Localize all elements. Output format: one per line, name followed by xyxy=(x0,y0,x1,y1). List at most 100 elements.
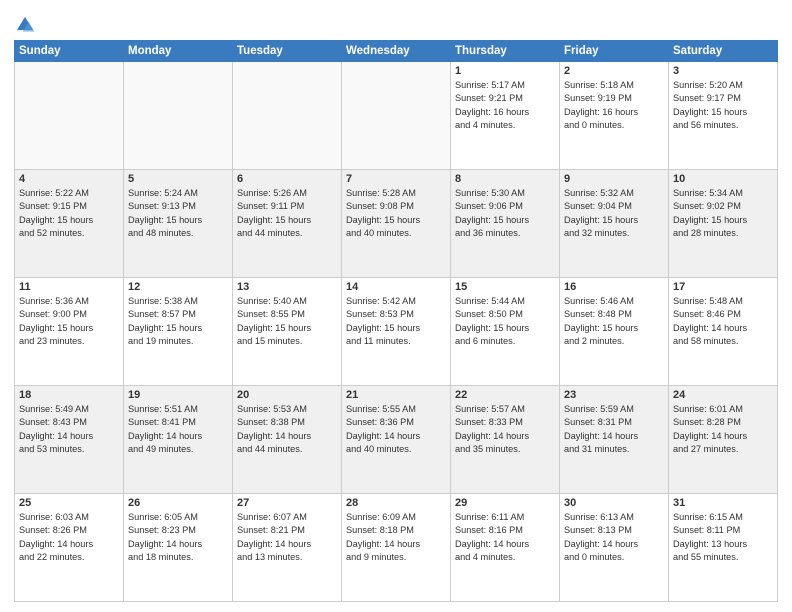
day-number: 19 xyxy=(128,389,228,401)
day-info: Sunrise: 5:28 AMSunset: 9:08 PMDaylight:… xyxy=(346,187,446,240)
day-cell: 1 Sunrise: 5:17 AMSunset: 9:21 PMDaylight… xyxy=(451,62,560,170)
week-row-5: 25 Sunrise: 6:03 AMSunset: 8:26 PMDayligh… xyxy=(15,494,778,602)
day-cell: 5 Sunrise: 5:24 AMSunset: 9:13 PMDaylight… xyxy=(124,170,233,278)
day-info: Sunrise: 5:24 AMSunset: 9:13 PMDaylight:… xyxy=(128,187,228,240)
day-cell: 6 Sunrise: 5:26 AMSunset: 9:11 PMDaylight… xyxy=(233,170,342,278)
day-number: 6 xyxy=(237,173,337,185)
header xyxy=(14,10,778,36)
day-number: 11 xyxy=(19,281,119,293)
day-cell: 20Sunrise: 5:53 AMSunset: 8:38 PMDayligh… xyxy=(233,386,342,494)
day-info: Sunrise: 6:05 AMSunset: 8:23 PMDaylight:… xyxy=(128,511,228,564)
day-cell: 13Sunrise: 5:40 AMSunset: 8:55 PMDayligh… xyxy=(233,278,342,386)
day-cell xyxy=(342,62,451,170)
day-number: 15 xyxy=(455,281,555,293)
day-number: 29 xyxy=(455,497,555,509)
day-info: Sunrise: 6:03 AMSunset: 8:26 PMDaylight:… xyxy=(19,511,119,564)
day-info: Sunrise: 5:32 AMSunset: 9:04 PMDaylight:… xyxy=(564,187,664,240)
day-cell: 21Sunrise: 5:55 AMSunset: 8:36 PMDayligh… xyxy=(342,386,451,494)
day-info: Sunrise: 6:15 AMSunset: 8:11 PMDaylight:… xyxy=(673,511,773,564)
day-number: 1 xyxy=(455,65,555,77)
week-row-2: 4 Sunrise: 5:22 AMSunset: 9:15 PMDaylight… xyxy=(15,170,778,278)
header-cell-saturday: Saturday xyxy=(669,41,778,62)
day-cell: 25 Sunrise: 6:03 AMSunset: 8:26 PMDayligh… xyxy=(15,494,124,602)
day-number: 30 xyxy=(564,497,664,509)
day-info: Sunrise: 5:38 AMSunset: 8:57 PMDaylight:… xyxy=(128,295,228,348)
day-cell: 2 Sunrise: 5:18 AMSunset: 9:19 PMDaylight… xyxy=(560,62,669,170)
day-number: 10 xyxy=(673,173,773,185)
header-cell-monday: Monday xyxy=(124,41,233,62)
day-number: 18 xyxy=(19,389,119,401)
day-cell: 18 Sunrise: 5:49 AMSunset: 8:43 PMDayligh… xyxy=(15,386,124,494)
day-info: Sunrise: 5:22 AMSunset: 9:15 PMDaylight:… xyxy=(19,187,119,240)
day-info: Sunrise: 5:30 AMSunset: 9:06 PMDaylight:… xyxy=(455,187,555,240)
day-cell: 9 Sunrise: 5:32 AMSunset: 9:04 PMDaylight… xyxy=(560,170,669,278)
day-number: 5 xyxy=(128,173,228,185)
day-info: Sunrise: 6:09 AMSunset: 8:18 PMDaylight:… xyxy=(346,511,446,564)
day-cell: 16 Sunrise: 5:46 AMSunset: 8:48 PMDayligh… xyxy=(560,278,669,386)
day-number: 24 xyxy=(673,389,773,401)
day-number: 23 xyxy=(564,389,664,401)
day-info: Sunrise: 5:48 AMSunset: 8:46 PMDaylight:… xyxy=(673,295,773,348)
header-row: SundayMondayTuesdayWednesdayThursdayFrid… xyxy=(15,41,778,62)
calendar-table: SundayMondayTuesdayWednesdayThursdayFrid… xyxy=(14,40,778,602)
day-cell xyxy=(233,62,342,170)
day-number: 3 xyxy=(673,65,773,77)
day-info: Sunrise: 5:51 AMSunset: 8:41 PMDaylight:… xyxy=(128,403,228,456)
day-number: 8 xyxy=(455,173,555,185)
day-number: 9 xyxy=(564,173,664,185)
day-info: Sunrise: 6:01 AMSunset: 8:28 PMDaylight:… xyxy=(673,403,773,456)
day-info: Sunrise: 5:34 AMSunset: 9:02 PMDaylight:… xyxy=(673,187,773,240)
day-info: Sunrise: 6:11 AMSunset: 8:16 PMDaylight:… xyxy=(455,511,555,564)
day-info: Sunrise: 5:26 AMSunset: 9:11 PMDaylight:… xyxy=(237,187,337,240)
day-number: 22 xyxy=(455,389,555,401)
day-cell: 31Sunrise: 6:15 AMSunset: 8:11 PMDayligh… xyxy=(669,494,778,602)
day-info: Sunrise: 5:42 AMSunset: 8:53 PMDaylight:… xyxy=(346,295,446,348)
day-cell: 7 Sunrise: 5:28 AMSunset: 9:08 PMDaylight… xyxy=(342,170,451,278)
day-number: 27 xyxy=(237,497,337,509)
day-info: Sunrise: 6:07 AMSunset: 8:21 PMDaylight:… xyxy=(237,511,337,564)
day-cell: 17 Sunrise: 5:48 AMSunset: 8:46 PMDayligh… xyxy=(669,278,778,386)
day-cell: 3 Sunrise: 5:20 AMSunset: 9:17 PMDaylight… xyxy=(669,62,778,170)
day-info: Sunrise: 5:53 AMSunset: 8:38 PMDaylight:… xyxy=(237,403,337,456)
day-number: 17 xyxy=(673,281,773,293)
day-info: Sunrise: 6:13 AMSunset: 8:13 PMDaylight:… xyxy=(564,511,664,564)
day-info: Sunrise: 5:49 AMSunset: 8:43 PMDaylight:… xyxy=(19,403,119,456)
day-number: 2 xyxy=(564,65,664,77)
day-cell: 29 Sunrise: 6:11 AMSunset: 8:16 PMDayligh… xyxy=(451,494,560,602)
header-cell-wednesday: Wednesday xyxy=(342,41,451,62)
day-number: 7 xyxy=(346,173,446,185)
day-info: Sunrise: 5:59 AMSunset: 8:31 PMDaylight:… xyxy=(564,403,664,456)
header-cell-sunday: Sunday xyxy=(15,41,124,62)
day-info: Sunrise: 5:17 AMSunset: 9:21 PMDaylight:… xyxy=(455,79,555,132)
day-cell xyxy=(15,62,124,170)
day-info: Sunrise: 5:20 AMSunset: 9:17 PMDaylight:… xyxy=(673,79,773,132)
week-row-1: 1 Sunrise: 5:17 AMSunset: 9:21 PMDaylight… xyxy=(15,62,778,170)
header-cell-friday: Friday xyxy=(560,41,669,62)
day-number: 16 xyxy=(564,281,664,293)
day-cell: 12 Sunrise: 5:38 AMSunset: 8:57 PMDayligh… xyxy=(124,278,233,386)
header-cell-tuesday: Tuesday xyxy=(233,41,342,62)
header-cell-thursday: Thursday xyxy=(451,41,560,62)
logo-icon xyxy=(14,14,36,36)
day-info: Sunrise: 5:36 AMSunset: 9:00 PMDaylight:… xyxy=(19,295,119,348)
day-cell: 10 Sunrise: 5:34 AMSunset: 9:02 PMDayligh… xyxy=(669,170,778,278)
week-row-4: 18 Sunrise: 5:49 AMSunset: 8:43 PMDayligh… xyxy=(15,386,778,494)
day-number: 4 xyxy=(19,173,119,185)
day-number: 25 xyxy=(19,497,119,509)
day-info: Sunrise: 5:57 AMSunset: 8:33 PMDaylight:… xyxy=(455,403,555,456)
day-cell: 23 Sunrise: 5:59 AMSunset: 8:31 PMDayligh… xyxy=(560,386,669,494)
day-info: Sunrise: 5:46 AMSunset: 8:48 PMDaylight:… xyxy=(564,295,664,348)
day-cell: 8 Sunrise: 5:30 AMSunset: 9:06 PMDaylight… xyxy=(451,170,560,278)
day-cell: 14 Sunrise: 5:42 AMSunset: 8:53 PMDayligh… xyxy=(342,278,451,386)
day-cell: 28 Sunrise: 6:09 AMSunset: 8:18 PMDayligh… xyxy=(342,494,451,602)
week-row-3: 11 Sunrise: 5:36 AMSunset: 9:00 PMDayligh… xyxy=(15,278,778,386)
day-number: 14 xyxy=(346,281,446,293)
day-cell: 11 Sunrise: 5:36 AMSunset: 9:00 PMDayligh… xyxy=(15,278,124,386)
day-number: 21 xyxy=(346,389,446,401)
day-number: 26 xyxy=(128,497,228,509)
day-number: 28 xyxy=(346,497,446,509)
day-number: 13 xyxy=(237,281,337,293)
day-cell: 30 Sunrise: 6:13 AMSunset: 8:13 PMDayligh… xyxy=(560,494,669,602)
day-info: Sunrise: 5:18 AMSunset: 9:19 PMDaylight:… xyxy=(564,79,664,132)
day-number: 12 xyxy=(128,281,228,293)
